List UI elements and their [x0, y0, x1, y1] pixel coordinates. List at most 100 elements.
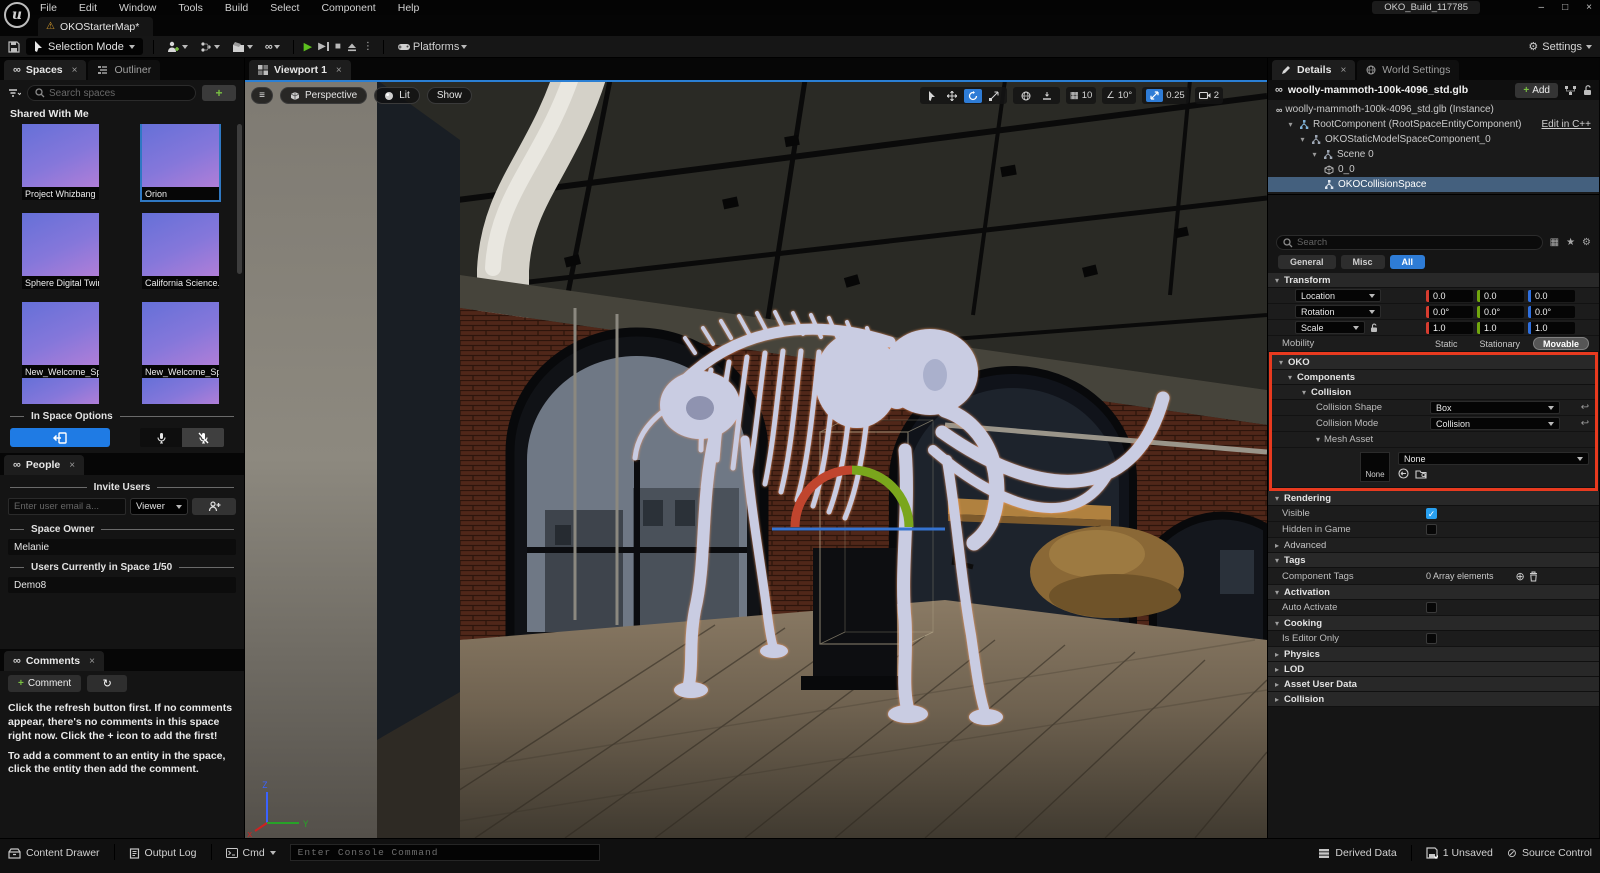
expander-icon[interactable]: ▾: [1310, 150, 1319, 159]
mic-on-button[interactable]: [140, 428, 182, 447]
derived-data-button[interactable]: Derived Data: [1318, 844, 1396, 862]
scale-y-field[interactable]: 1.0: [1477, 322, 1524, 334]
rotation-snap-control[interactable]: ∠ 10°: [1102, 87, 1136, 104]
mobility-static[interactable]: Static: [1426, 339, 1467, 349]
expander-icon[interactable]: ▾: [1298, 135, 1307, 144]
cinematics-button[interactable]: [229, 41, 256, 53]
frame-skip-button[interactable]: ▶: [318, 41, 329, 52]
location-x-field[interactable]: 0.0: [1426, 290, 1473, 302]
space-card[interactable]: Sphere Digital Twin: [22, 213, 99, 289]
close-icon[interactable]: ×: [89, 656, 95, 667]
close-icon[interactable]: ×: [1586, 2, 1592, 13]
section-rendering[interactable]: ▾ Rendering: [1268, 491, 1599, 506]
close-icon[interactable]: ×: [69, 460, 75, 471]
tree-row-mesh[interactable]: 0_0: [1268, 162, 1599, 177]
oko-tools-button[interactable]: ∞: [262, 41, 283, 53]
is-editor-only-checkbox[interactable]: [1426, 633, 1437, 644]
filter-general[interactable]: General: [1278, 255, 1336, 269]
level-tab[interactable]: ⚠ OKOStarterMap*: [38, 17, 153, 36]
scale-tool[interactable]: [985, 89, 1003, 103]
rotate-tool-active[interactable]: [964, 89, 982, 103]
blueprints-button[interactable]: [197, 41, 223, 53]
details-search-input[interactable]: [1297, 237, 1536, 248]
rotation-dropdown[interactable]: Rotation: [1295, 305, 1381, 318]
collision-shape-dropdown[interactable]: Box: [1430, 401, 1560, 414]
invite-user-button[interactable]: [192, 498, 236, 515]
tab-comments[interactable]: ∞ Comments ×: [4, 651, 104, 671]
world-space-toggle[interactable]: [1017, 89, 1035, 103]
play-button[interactable]: ▶: [304, 40, 312, 53]
role-dropdown[interactable]: Viewer: [130, 498, 188, 515]
add-component-button[interactable]: + Add: [1515, 83, 1558, 98]
surface-snap-toggle[interactable]: [1038, 89, 1056, 103]
stop-button[interactable]: ■: [335, 41, 341, 52]
spaces-search-input[interactable]: [49, 88, 188, 99]
tab-viewport[interactable]: Viewport 1 ×: [249, 60, 351, 80]
viewport-canvas[interactable]: Z Y x ≡ Perspective Lit: [245, 80, 1267, 838]
scale-z-field[interactable]: 1.0: [1528, 322, 1575, 334]
tab-world-settings[interactable]: World Settings: [1357, 60, 1459, 80]
unsaved-button[interactable]: 1 Unsaved: [1426, 844, 1493, 862]
settings-dropdown[interactable]: ⚙ Settings: [1528, 40, 1592, 53]
section-transform[interactable]: ▾ Transform: [1268, 273, 1599, 288]
menu-tools[interactable]: Tools: [178, 2, 203, 14]
space-card-selected[interactable]: Orion: [142, 124, 219, 200]
use-selected-asset-icon[interactable]: [1398, 468, 1409, 479]
tab-spaces[interactable]: ∞ Spaces ×: [4, 60, 86, 80]
camera-speed-control[interactable]: 2: [1195, 87, 1223, 104]
filter-icon[interactable]: [8, 88, 21, 99]
menu-file[interactable]: File: [40, 2, 57, 14]
show-dropdown[interactable]: Show: [427, 87, 472, 104]
add-actor-button[interactable]: [164, 41, 191, 53]
edit-in-cpp-link[interactable]: Edit in C++: [1542, 119, 1599, 130]
content-drawer-button[interactable]: Content Drawer: [8, 844, 100, 862]
details-settings-gear-icon[interactable]: ⚙: [1582, 237, 1591, 248]
space-card[interactable]: Project Whizbang: [22, 124, 99, 200]
expander-icon[interactable]: ▾: [1316, 435, 1320, 444]
tree-row-staticmodel[interactable]: ▾ OKOStaticModelSpaceComponent_0: [1268, 132, 1599, 147]
tab-people[interactable]: ∞ People ×: [4, 455, 84, 475]
mobility-movable[interactable]: Movable: [1533, 337, 1589, 350]
mesh-asset-dropdown[interactable]: None: [1398, 452, 1589, 465]
scale-lock-icon[interactable]: [1370, 323, 1378, 333]
output-log-button[interactable]: Output Log: [129, 844, 197, 862]
space-card[interactable]: [142, 378, 219, 404]
menu-window[interactable]: Window: [119, 2, 156, 14]
section-tags[interactable]: ▾ Tags: [1268, 553, 1599, 568]
add-comment-button[interactable]: + Comment: [8, 675, 81, 692]
tab-details[interactable]: Details ×: [1272, 60, 1355, 80]
move-tool[interactable]: [943, 89, 961, 103]
rotation-x-field[interactable]: 0.0°: [1426, 306, 1473, 318]
scale-snap-control[interactable]: 0.25: [1142, 87, 1189, 104]
rotation-y-field[interactable]: 0.0°: [1477, 306, 1524, 318]
collision-mode-dropdown[interactable]: Collision: [1430, 417, 1560, 430]
selection-mode-dropdown[interactable]: Selection Mode: [26, 38, 143, 55]
filter-misc[interactable]: Misc: [1341, 255, 1385, 269]
maximize-icon[interactable]: □: [1562, 2, 1568, 13]
eject-button[interactable]: [347, 42, 357, 52]
tab-outliner[interactable]: Outliner: [88, 60, 160, 80]
console-command-input[interactable]: [298, 847, 592, 858]
section-activation[interactable]: ▾ Activation: [1268, 585, 1599, 600]
location-y-field[interactable]: 0.0: [1477, 290, 1524, 302]
tree-row-okocollisionspace[interactable]: OKOCollisionSpace: [1268, 177, 1599, 192]
section-components[interactable]: ▾ Components: [1272, 370, 1595, 385]
spaces-scrollbar[interactable]: [237, 124, 242, 274]
mesh-asset-thumbnail[interactable]: None: [1360, 452, 1390, 482]
select-tool[interactable]: [924, 89, 940, 103]
location-z-field[interactable]: 0.0: [1528, 290, 1575, 302]
expander-icon[interactable]: ▾: [1286, 120, 1295, 129]
menu-edit[interactable]: Edit: [79, 2, 97, 14]
menu-component[interactable]: Component: [321, 2, 375, 14]
section-physics[interactable]: ▸ Physics: [1268, 647, 1599, 662]
tree-row-rootcomponent[interactable]: ▾ RootComponent (RootSpaceEntityComponen…: [1268, 117, 1599, 132]
menu-build[interactable]: Build: [225, 2, 248, 14]
lock-open-icon[interactable]: [1583, 85, 1592, 96]
space-card[interactable]: [22, 378, 99, 404]
close-icon[interactable]: ×: [1340, 65, 1346, 76]
platforms-dropdown[interactable]: Platforms: [394, 41, 470, 53]
auto-activate-checkbox[interactable]: [1426, 602, 1437, 613]
section-advanced[interactable]: ▸ Advanced: [1268, 538, 1599, 553]
cmd-dropdown[interactable]: Cmd: [226, 844, 276, 862]
reset-collision-mode-icon[interactable]: ↩: [1575, 418, 1595, 429]
